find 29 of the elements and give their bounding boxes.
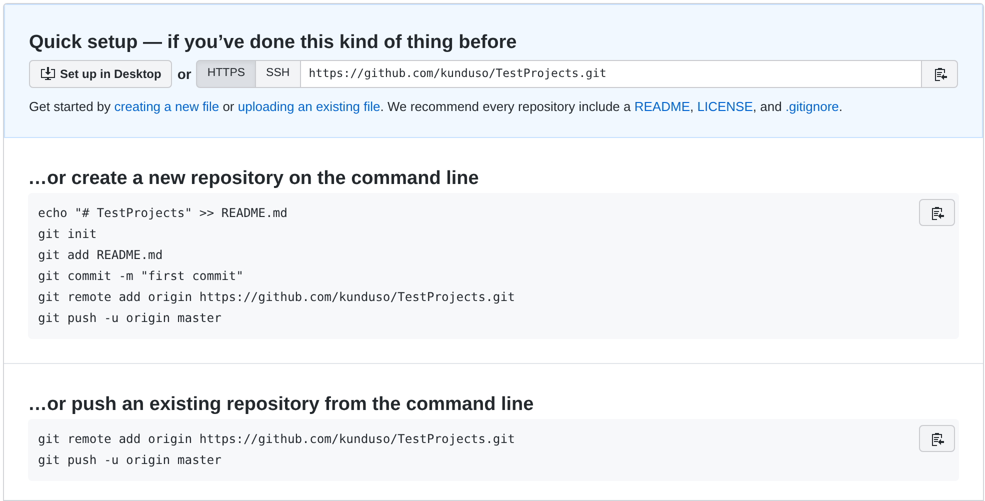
clone-url-field[interactable]: https://github.com/kunduso/TestProjects.git	[300, 60, 922, 88]
link[interactable]: creating a new file	[114, 99, 220, 114]
code-line: git push -u origin master	[38, 452, 222, 469]
section-heading: …or push an existing repository from the command line	[28, 393, 535, 417]
link[interactable]: uploading an existing file	[238, 99, 380, 114]
protocol-tab[interactable]: HTTPS	[196, 60, 256, 88]
download-icon	[40, 66, 56, 82]
clipboard-icon	[930, 204, 944, 220]
desktop-button[interactable]: Set up in Desktop	[29, 60, 172, 88]
clipboard-icon	[930, 430, 944, 446]
or-label: or	[177, 64, 192, 84]
code-line: git remote add origin https://github.com/kunduso/TestProjects.git	[38, 289, 515, 306]
code-line: git remote add origin https://github.com/kunduso/TestProjects.git	[38, 431, 515, 448]
protocol-tab[interactable]: SSH	[256, 60, 301, 88]
copy-button[interactable]	[922, 60, 958, 88]
code-line: git push -u origin master	[38, 310, 222, 327]
clipboard-icon	[932, 66, 946, 82]
code-line: echo "# TestProjects" >> README.md	[38, 205, 288, 222]
section-heading: Quick setup — if you’ve done this kind of thing before	[29, 31, 518, 55]
section-heading: …or create a new repository on the command line	[28, 167, 480, 191]
copy-button[interactable]	[919, 425, 955, 452]
setup-instructions: Get started by creating a new file or uploading an existing file. We recommend every repository include a README, LICENSE, and .gitignore.	[29, 98, 844, 116]
code-line: git commit -m "first commit"	[38, 268, 244, 285]
link[interactable]: LICENSE	[697, 99, 753, 114]
code-line: git init	[38, 226, 97, 243]
link[interactable]: README	[634, 99, 690, 114]
code-line: git add README.md	[38, 247, 163, 264]
copy-button[interactable]	[919, 199, 955, 226]
link[interactable]: .gitignore	[785, 99, 839, 114]
